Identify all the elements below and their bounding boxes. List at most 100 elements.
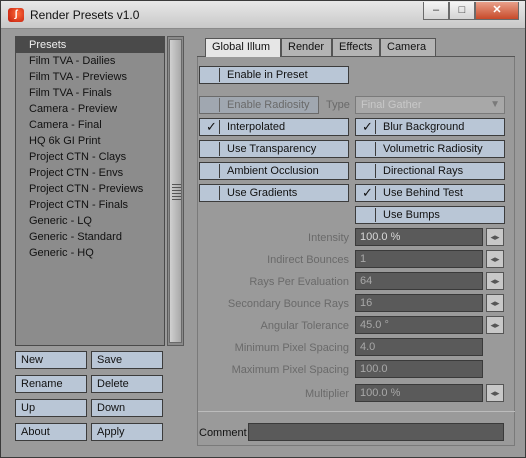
list-item[interactable]: Generic - Standard (16, 229, 164, 245)
new-button[interactable]: New (15, 351, 87, 369)
use-gradients-checkbox[interactable]: Use Gradients (199, 184, 349, 202)
intensity-label: Intensity (308, 232, 349, 244)
multiplier-field[interactable]: 100.0 % (355, 384, 483, 402)
checkmark-icon: ✓ (362, 185, 373, 200)
close-button[interactable]: ✕ (475, 2, 519, 20)
multiplier-spinner[interactable]: ◂▸ (486, 384, 504, 402)
secondary-bounce-rays-field[interactable]: 16 (355, 294, 483, 312)
tab-effects[interactable]: Effects (332, 38, 380, 56)
use-behind-test-checkbox[interactable]: ✓ Use Behind Test (355, 184, 505, 202)
checkbox-label: Interpolated (227, 121, 286, 133)
blur-background-checkbox[interactable]: ✓ Blur Background (355, 118, 505, 136)
lightwave-logo-icon: ʃ (8, 8, 24, 22)
checkbox-box: ✓ (358, 185, 376, 200)
delete-button[interactable]: Delete (91, 375, 163, 393)
checkbox-box: ✓ (202, 119, 220, 134)
checkbox-label: Blur Background (383, 121, 465, 133)
intensity-field[interactable]: 100.0 % (355, 228, 483, 246)
apply-button[interactable]: Apply (91, 423, 163, 441)
checkbox-label: Use Gradients (227, 187, 298, 199)
type-value: Final Gather (361, 99, 422, 111)
checkbox-box (202, 68, 220, 82)
enable-in-preset-checkbox[interactable]: Enable in Preset (199, 66, 349, 84)
min-pixel-spacing-label: Minimum Pixel Spacing (234, 342, 349, 354)
checkmark-icon: ✓ (206, 119, 217, 134)
down-button[interactable]: Down (91, 399, 163, 417)
use-transparency-checkbox[interactable]: Use Transparency (199, 140, 349, 158)
list-item[interactable]: Film TVA - Previews (16, 69, 164, 85)
list-item[interactable]: Generic - HQ (16, 245, 164, 261)
secondary-bounce-rays-spinner[interactable]: ◂▸ (486, 294, 504, 312)
checkbox-box (358, 142, 376, 156)
list-item[interactable]: Film TVA - Dailies (16, 53, 164, 69)
checkbox-box (358, 164, 376, 178)
preset-list: Presets Film TVA - Dailies Film TVA - Pr… (15, 36, 165, 346)
grip-line (172, 184, 181, 185)
checkbox-box (202, 98, 220, 112)
angular-tolerance-label: Angular Tolerance (260, 320, 349, 332)
preset-list-scrollbar[interactable] (167, 36, 184, 346)
checkbox-label: Ambient Occlusion (227, 165, 319, 177)
tab-global-illum[interactable]: Global Illum (205, 38, 281, 57)
list-item[interactable]: Project CTN - Envs (16, 165, 164, 181)
list-item[interactable]: Camera - Preview (16, 101, 164, 117)
volumetric-radiosity-checkbox[interactable]: Volumetric Radiosity (355, 140, 505, 158)
up-button[interactable]: Up (15, 399, 87, 417)
window-controls: – □ ✕ (423, 2, 519, 20)
max-pixel-spacing-field[interactable]: 100.0 (355, 360, 483, 378)
angular-tolerance-field[interactable]: 45.0 ° (355, 316, 483, 334)
use-bumps-checkbox[interactable]: Use Bumps (355, 206, 505, 224)
grip-line (172, 196, 181, 197)
rays-per-evaluation-field[interactable]: 64 (355, 272, 483, 290)
list-item[interactable]: Camera - Final (16, 117, 164, 133)
list-item[interactable]: Film TVA - Finals (16, 85, 164, 101)
type-label: Type (326, 99, 350, 111)
divider (198, 411, 515, 412)
grip-line (172, 193, 181, 194)
multiplier-label: Multiplier (304, 388, 349, 400)
checkbox-label: Use Behind Test (383, 187, 463, 199)
save-button[interactable]: Save (91, 351, 163, 369)
ambient-occlusion-checkbox[interactable]: Ambient Occlusion (199, 162, 349, 180)
enable-radiosity-checkbox[interactable]: Enable Radiosity (199, 96, 319, 114)
secondary-bounce-rays-label: Secondary Bounce Rays (227, 298, 349, 310)
rays-per-evaluation-spinner[interactable]: ◂▸ (486, 272, 504, 290)
list-item[interactable]: HQ 6k GI Print (16, 133, 164, 149)
checkbox-label: Directional Rays (383, 165, 464, 177)
maximize-button[interactable]: □ (449, 2, 475, 20)
list-item[interactable]: Project CTN - Finals (16, 197, 164, 213)
indirect-bounces-spinner[interactable]: ◂▸ (486, 250, 504, 268)
minimize-button[interactable]: – (423, 2, 449, 20)
checkbox-label: Use Bumps (383, 209, 440, 221)
angular-tolerance-spinner[interactable]: ◂▸ (486, 316, 504, 334)
checkbox-label: Enable in Preset (227, 69, 308, 81)
about-button[interactable]: About (15, 423, 87, 441)
rays-per-evaluation-label: Rays Per Evaluation (249, 276, 349, 288)
type-dropdown[interactable]: Final Gather ▼ (355, 96, 505, 114)
scrollbar-thumb[interactable] (169, 39, 182, 343)
grip-line (172, 190, 181, 191)
title-bar[interactable]: ʃ Render Presets v1.0 – □ ✕ (1, 1, 525, 29)
checkbox-box (202, 142, 220, 156)
list-item[interactable]: Project CTN - Clays (16, 149, 164, 165)
chevron-down-icon: ▼ (490, 99, 500, 110)
rename-button[interactable]: Rename (15, 375, 87, 393)
grip-line (172, 187, 181, 188)
checkbox-label: Volumetric Radiosity (383, 143, 483, 155)
tab-render[interactable]: Render (281, 38, 332, 56)
tab-camera[interactable]: Camera (380, 38, 436, 56)
intensity-spinner[interactable]: ◂▸ (486, 228, 504, 246)
indirect-bounces-field[interactable]: 1 (355, 250, 483, 268)
comment-input[interactable] (248, 423, 504, 441)
directional-rays-checkbox[interactable]: Directional Rays (355, 162, 505, 180)
window-title: Render Presets v1.0 (30, 8, 140, 22)
checkbox-label: Enable Radiosity (227, 99, 310, 111)
checkmark-icon: ✓ (362, 119, 373, 134)
checkbox-box (358, 208, 376, 222)
interpolated-checkbox[interactable]: ✓ Interpolated (199, 118, 349, 136)
list-item[interactable]: Generic - LQ (16, 213, 164, 229)
min-pixel-spacing-field[interactable]: 4.0 (355, 338, 483, 356)
list-item[interactable]: Presets (16, 37, 164, 53)
list-item[interactable]: Project CTN - Previews (16, 181, 164, 197)
indirect-bounces-label: Indirect Bounces (267, 254, 349, 266)
